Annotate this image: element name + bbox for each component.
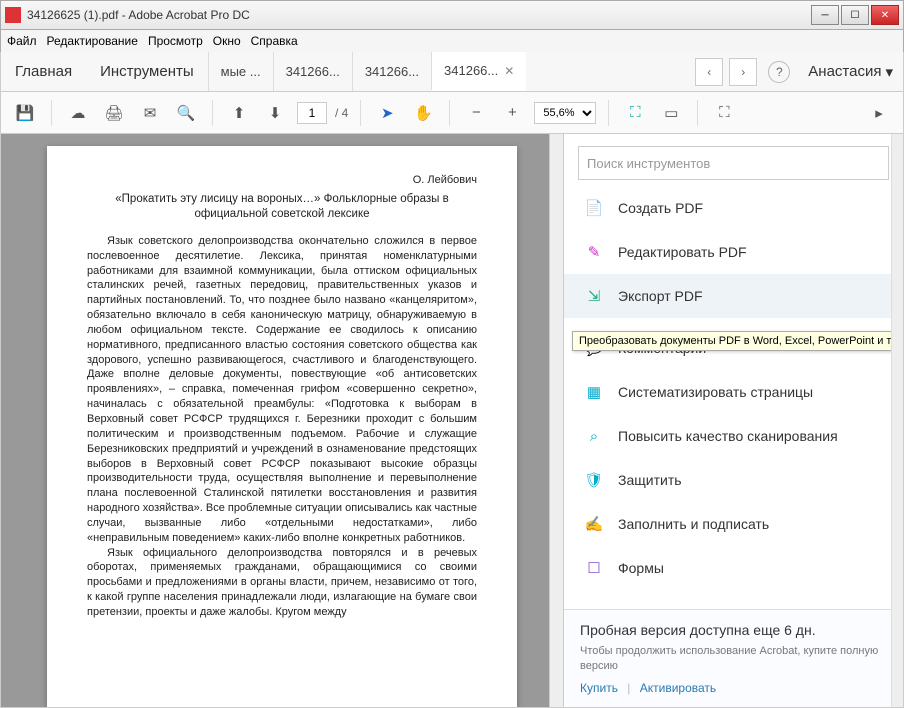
fit-width-icon[interactable]: ⛶ [621, 99, 649, 127]
pointer-icon[interactable]: ➤ [373, 99, 401, 127]
search-icon[interactable]: 🔍 [172, 99, 200, 127]
tool-enhance-scan[interactable]: ⌕Повысить качество сканирования [564, 414, 903, 458]
close-button[interactable]: ✕ [871, 5, 899, 25]
document-viewport[interactable]: О. Лейбович «Прокатить эту лисицу на вор… [1, 134, 563, 707]
tab-tools[interactable]: Инструменты [86, 52, 208, 91]
user-menu[interactable]: Анастасия▾ [798, 63, 903, 81]
doc-title: «Прокатить эту лисицу на вороных…» Фольк… [87, 192, 477, 222]
print-icon[interactable]: 🖨 [100, 99, 128, 127]
tool-protect[interactable]: 🛡Защитить [564, 458, 903, 502]
fullscreen-icon[interactable]: ⛶ [710, 99, 738, 127]
page-down-icon[interactable]: ⬇ [261, 99, 289, 127]
trial-activate-link[interactable]: Активировать [640, 681, 716, 695]
document-scrollbar[interactable] [549, 134, 563, 707]
menu-edit[interactable]: Редактирование [47, 34, 138, 48]
minimize-button[interactable]: ─ [811, 5, 839, 25]
document-tab[interactable]: мые ... [208, 52, 273, 91]
doc-paragraph: Язык официального делопроизводства повто… [87, 546, 477, 620]
trial-body: Чтобы продолжить использование Acrobat, … [580, 644, 887, 673]
menu-view[interactable]: Просмотр [148, 34, 203, 48]
tab-next-button[interactable]: › [729, 58, 757, 86]
panel-scrollbar[interactable] [891, 134, 903, 707]
document-tab-active[interactable]: 341266... ✕ [431, 52, 526, 91]
maximize-button[interactable]: ☐ [841, 5, 869, 25]
tools-list: 📄Создать PDF ✎Редактировать PDF ⇲Экспорт… [564, 186, 903, 609]
save-icon[interactable]: 💾 [11, 99, 39, 127]
create-pdf-icon: 📄 [584, 198, 604, 218]
tools-search-input[interactable]: Поиск инструментов [578, 146, 889, 180]
tool-organize[interactable]: ▦Систематизировать страницы [564, 370, 903, 414]
document-tab[interactable]: 341266... [352, 52, 431, 91]
zoom-select[interactable]: 55,6% [534, 102, 596, 124]
window-title: 34126625 (1).pdf - Adobe Acrobat Pro DC [27, 8, 809, 22]
help-icon[interactable]: ? [768, 61, 790, 83]
tool-edit-pdf[interactable]: ✎Редактировать PDF [564, 230, 903, 274]
tool-forms[interactable]: ☐Формы [564, 546, 903, 590]
titlebar: 34126625 (1).pdf - Adobe Acrobat Pro DC … [0, 0, 904, 30]
cloud-icon[interactable]: ☁ [64, 99, 92, 127]
tool-export-pdf[interactable]: ⇲Экспорт PDF [564, 274, 903, 318]
menu-file[interactable]: Файл [7, 34, 37, 48]
zoom-in-icon[interactable]: + [498, 99, 526, 127]
chevron-down-icon: ▾ [885, 63, 893, 81]
panel-toggle-icon[interactable]: ▸ [865, 99, 893, 127]
organize-icon: ▦ [584, 382, 604, 402]
forms-icon: ☐ [584, 558, 604, 578]
tool-create-pdf[interactable]: 📄Создать PDF [564, 186, 903, 230]
document-tab[interactable]: 341266... [273, 52, 352, 91]
tool-fill-sign[interactable]: ✍Заполнить и подписать [564, 502, 903, 546]
page-number-input[interactable] [297, 102, 327, 124]
mail-icon[interactable]: ✉ [136, 99, 164, 127]
tabbar: Главная Инструменты мые ... 341266... 34… [0, 52, 904, 92]
page-total: / 4 [335, 106, 348, 120]
tools-panel: Поиск инструментов 📄Создать PDF ✎Редакти… [563, 134, 903, 707]
tab-prev-button[interactable]: ‹ [695, 58, 723, 86]
export-pdf-icon: ⇲ [584, 286, 604, 306]
zoom-out-icon[interactable]: − [462, 99, 490, 127]
fit-page-icon[interactable]: ▭ [657, 99, 685, 127]
content-area: О. Лейбович «Прокатить эту лисицу на вор… [0, 134, 904, 708]
tooltip: Преобразовать документы PDF в Word, Exce… [572, 331, 903, 351]
sign-icon: ✍ [584, 514, 604, 534]
tab-home[interactable]: Главная [1, 52, 86, 91]
doc-paragraph: Язык советского делопроизводства окончат… [87, 234, 477, 546]
hand-icon[interactable]: ✋ [409, 99, 437, 127]
tab-close-icon[interactable]: ✕ [504, 64, 514, 78]
menu-window[interactable]: Окно [213, 34, 241, 48]
edit-pdf-icon: ✎ [584, 242, 604, 262]
pdf-page: О. Лейбович «Прокатить эту лисицу на вор… [47, 146, 517, 707]
scan-icon: ⌕ [584, 426, 604, 446]
trial-banner: Пробная версия доступна еще 6 дн. Чтобы … [564, 609, 903, 707]
doc-author: О. Лейбович [87, 174, 477, 186]
trial-buy-link[interactable]: Купить [580, 681, 618, 695]
menubar: Файл Редактирование Просмотр Окно Справк… [0, 30, 904, 52]
menu-help[interactable]: Справка [251, 34, 298, 48]
app-icon [5, 7, 21, 23]
toolbar: 💾 ☁ 🖨 ✉ 🔍 ⬆ ⬇ / 4 ➤ ✋ − + 55,6% ⛶ ▭ ⛶ ▸ [0, 92, 904, 134]
page-up-icon[interactable]: ⬆ [225, 99, 253, 127]
shield-icon: 🛡 [584, 470, 604, 490]
trial-heading: Пробная версия доступна еще 6 дн. [580, 622, 887, 638]
